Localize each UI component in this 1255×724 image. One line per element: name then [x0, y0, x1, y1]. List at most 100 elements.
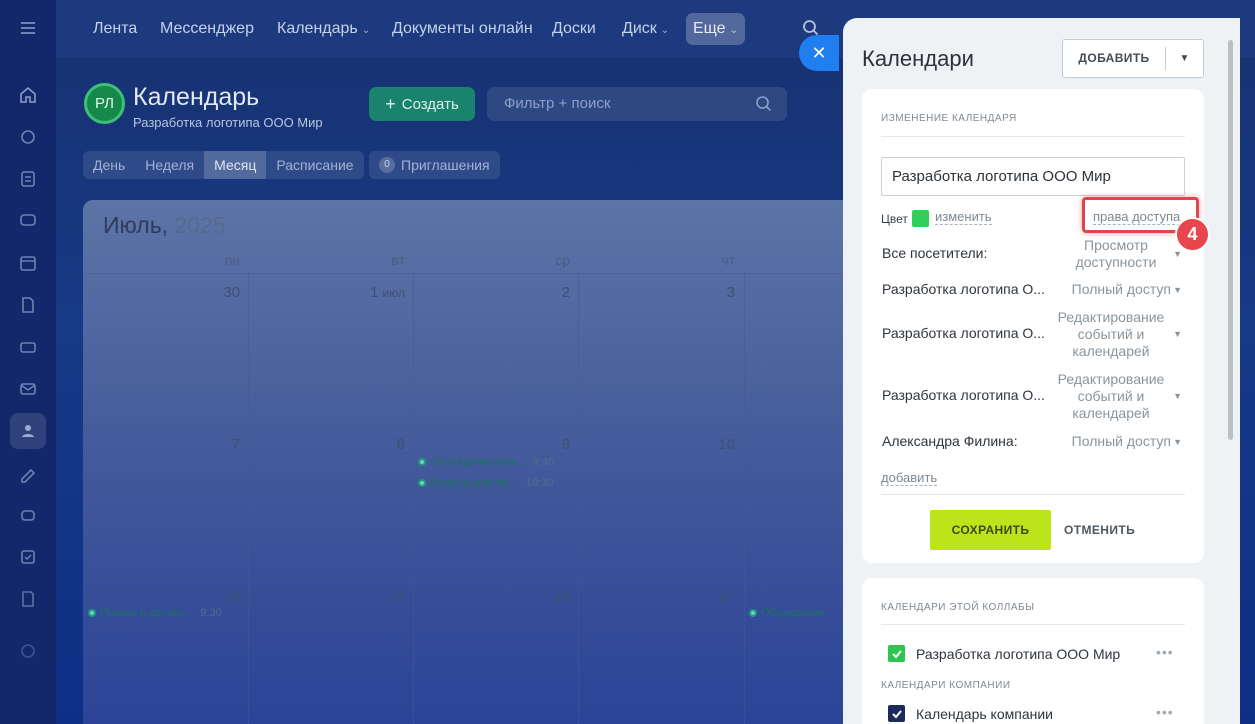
chevron-down-icon[interactable]: ▼ — [1166, 53, 1203, 64]
grid-line — [744, 273, 745, 724]
caret-down-icon[interactable]: ▼ — [1173, 249, 1182, 259]
event-time: 9:40 — [532, 456, 555, 468]
more-options-icon[interactable]: ••• — [1156, 644, 1174, 660]
day-number[interactable]: 7 — [83, 436, 240, 453]
event-title: Обсуждение мак... — [430, 456, 525, 468]
more-options-icon[interactable]: ••• — [1156, 704, 1174, 720]
drive-icon[interactable] — [10, 329, 46, 365]
page-subtitle: Разработка логотипа ООО Мир — [133, 115, 323, 130]
permission-level[interactable]: Просмотр доступности — [1061, 237, 1171, 271]
change-color-link[interactable]: изменить — [935, 209, 992, 225]
view-day[interactable]: День — [83, 151, 135, 179]
day-number[interactable]: 8 — [248, 436, 405, 453]
nav-boards[interactable]: Доски — [545, 13, 603, 45]
section-heading: КАЛЕНДАРИ ЭТОЙ КОЛЛАБЫ — [881, 602, 1035, 613]
panel-scrollbar[interactable] — [1228, 40, 1233, 440]
settings-icon[interactable] — [10, 633, 46, 669]
edit-calendar-card: ИЗМЕНЕНИЕ КАЛЕНДАРЯ Разработка логотипа … — [862, 89, 1210, 563]
chat-icon[interactable] — [10, 203, 46, 239]
divider — [881, 624, 1185, 625]
view-schedule[interactable]: Расписание — [266, 151, 363, 179]
panel-title: Календари — [862, 46, 974, 71]
color-swatch[interactable] — [911, 210, 929, 227]
permission-row: Александра Филина: Полный доступ ▼ — [882, 433, 1186, 453]
day-number[interactable]: 15 — [248, 588, 405, 605]
invitations-button[interactable]: 0 Приглашения — [369, 151, 500, 179]
calendar-icon[interactable] — [10, 245, 46, 281]
menu-icon[interactable] — [10, 10, 46, 46]
view-week[interactable]: Неделя — [135, 151, 204, 179]
day-number[interactable]: 30 — [83, 284, 240, 301]
caret-down-icon[interactable]: ▼ — [1173, 391, 1182, 401]
calendar-list-label: Разработка логотипа ООО Мир — [916, 645, 1121, 662]
close-panel-button[interactable]: ✕ — [799, 35, 839, 71]
event-title: Правки в догово... — [100, 607, 193, 619]
save-button[interactable]: СОХРАНИТЬ — [930, 510, 1051, 550]
day-number[interactable]: 2 — [413, 284, 570, 301]
calendar-event[interactable]: Обсуждение — [749, 607, 825, 619]
event-title: Встреча для по... — [430, 477, 518, 489]
nav-drive[interactable]: Диск ⌄ — [615, 13, 676, 45]
nav-feed[interactable]: Лента — [86, 13, 144, 45]
checkbox-checked-icon[interactable] — [888, 645, 905, 662]
day-number[interactable]: 16 — [413, 588, 570, 605]
checkbox-checked-icon[interactable] — [888, 705, 905, 722]
day-number[interactable]: 1 июл — [248, 284, 405, 301]
calendar-event[interactable]: Встреча для по... 10:30 — [418, 477, 553, 489]
add-permission-link[interactable]: добавить — [881, 470, 938, 486]
caret-down-icon[interactable]: ▼ — [1173, 285, 1182, 295]
permission-row: Разработка логотипа О... Редактирование … — [882, 371, 1186, 423]
day-number[interactable]: 9 — [413, 436, 570, 453]
calendar-list-item[interactable]: Календарь компании — [888, 705, 1053, 722]
sign-icon[interactable] — [10, 455, 46, 491]
copilot-icon[interactable] — [10, 497, 46, 533]
view-switcher: День Неделя Месяц Расписание — [83, 151, 364, 179]
collab-icon[interactable] — [10, 413, 46, 449]
edit-doc-icon[interactable] — [10, 581, 46, 617]
color-label: Цвет — [881, 211, 908, 226]
calendars-list-card: КАЛЕНДАРИ ЭТОЙ КОЛЛАБЫ Разработка логоти… — [862, 578, 1204, 724]
event-title: Обсуждение — [761, 607, 826, 619]
mail-icon[interactable] — [10, 371, 46, 407]
nav-calendar[interactable]: Календарь ⌄ — [270, 13, 377, 45]
permission-level[interactable]: Полный доступ — [1072, 281, 1171, 298]
chevron-down-icon: ⌄ — [729, 25, 738, 36]
filter-search-input[interactable]: Фильтр + поиск — [487, 87, 787, 121]
create-button[interactable]: + Создать — [369, 87, 475, 121]
crm-icon[interactable] — [10, 119, 46, 155]
calendar-list-item[interactable]: Разработка логотипа ООО Мир — [888, 645, 1120, 662]
calendar-name-field[interactable]: Разработка логотипа ООО Мир — [881, 157, 1185, 196]
nav-drive-label: Диск — [622, 20, 657, 37]
caret-down-icon[interactable]: ▼ — [1173, 329, 1182, 339]
nav-documents[interactable]: Документы онлайн — [385, 13, 540, 45]
home-icon[interactable] — [10, 77, 46, 113]
day-number[interactable]: 17 — [578, 588, 735, 605]
permission-level[interactable]: Полный доступ — [1072, 433, 1171, 450]
calendar-event[interactable]: Обсуждение мак... 9:40 — [418, 456, 554, 468]
weekday-wed: ср — [555, 252, 570, 268]
permission-level[interactable]: Редактирование событий и календарей — [1051, 371, 1171, 422]
cancel-button[interactable]: ОТМЕНИТЬ — [1064, 510, 1135, 550]
day-number[interactable]: 14 — [83, 588, 240, 605]
tasks-icon[interactable] — [10, 161, 46, 197]
permission-subject: Разработка логотипа О... — [882, 281, 1045, 297]
day-month: июл — [382, 286, 405, 300]
calendars-panel: Календари ДОБАВИТЬ ▼ ИЗМЕНЕНИЕ КАЛЕНДАРЯ… — [843, 18, 1240, 724]
checklist-icon[interactable] — [10, 539, 46, 575]
nav-messenger[interactable]: Мессенджер — [153, 13, 261, 45]
add-calendar-label[interactable]: ДОБАВИТЬ — [1063, 47, 1166, 70]
day-number[interactable]: 3 — [578, 284, 735, 301]
event-dot-icon — [418, 479, 426, 487]
nav-more[interactable]: Еще ⌄ — [686, 13, 745, 45]
day-number-value: 1 — [370, 284, 379, 301]
caret-down-icon[interactable]: ▼ — [1173, 437, 1182, 447]
view-month[interactable]: Месяц — [204, 151, 267, 179]
permission-level[interactable]: Редактирование событий и календарей — [1051, 309, 1171, 360]
day-number[interactable]: 10 — [578, 436, 735, 453]
divider — [881, 136, 1185, 137]
grid-line — [248, 273, 249, 724]
calendar-event[interactable]: Правки в догово... 9:30 — [88, 607, 222, 619]
weekday-mon: пн — [224, 252, 240, 268]
grid-line — [578, 273, 579, 724]
document-icon[interactable] — [10, 287, 46, 323]
